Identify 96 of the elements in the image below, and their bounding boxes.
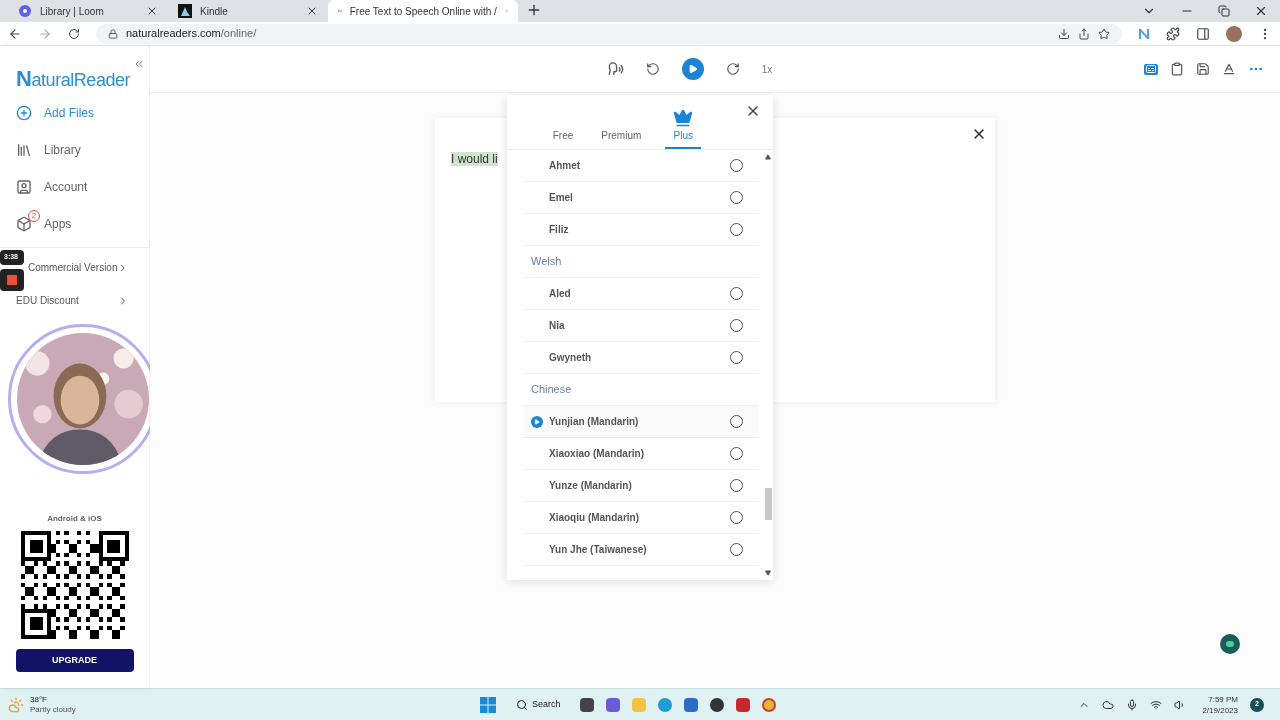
reload-icon[interactable] [68, 27, 80, 40]
close-tab-icon[interactable] [306, 5, 318, 17]
voice-name: Gwyneth [549, 351, 593, 365]
sidebar-link[interactable]: Commercial Version [28, 260, 129, 275]
back-icon[interactable] [8, 26, 22, 41]
count-badge: 2 [28, 209, 40, 222]
url-text: naturalreaders.com/online/ [126, 26, 257, 42]
voice-row[interactable]: Xiaoxiao (Mandarin) [523, 438, 759, 470]
voice-row[interactable]: Aled [523, 278, 759, 310]
start-icon[interactable] [479, 696, 496, 713]
upgrade-button[interactable]: UPGRADE [15, 649, 134, 672]
clock-date: 2/19/2023 [1202, 704, 1238, 716]
save-icon[interactable] [1196, 62, 1210, 76]
crown-icon [673, 108, 694, 128]
microphone-icon[interactable] [1126, 698, 1139, 711]
lock-icon [108, 28, 118, 39]
search-icon [515, 698, 528, 711]
voice-row[interactable]: Gwyneth [523, 342, 759, 374]
extension-icon[interactable] [1138, 27, 1150, 40]
sidebar-item[interactable]: Add Files [0, 101, 149, 124]
scrollbar-thumb[interactable] [764, 488, 772, 520]
weather-text: Partly cloudy [30, 704, 76, 715]
speed-button[interactable]: 1x [761, 61, 773, 77]
install-icon[interactable] [1058, 27, 1070, 40]
forward-icon[interactable] [725, 62, 740, 76]
voice-name: Yunjian (Mandarin) [549, 415, 640, 429]
browser-tab[interactable]: Library | Loom [8, 0, 168, 22]
cloud-icon[interactable] [1102, 698, 1115, 711]
voice-row[interactable]: Yunjian (Mandarin) [523, 406, 759, 438]
sidebar-item[interactable]: Account [0, 175, 149, 198]
voice-row[interactable]: Filiz [523, 214, 759, 246]
voice-name: Emel [549, 191, 574, 205]
address-field[interactable]: naturalreaders.com/online/ [96, 23, 1122, 44]
captions-icon[interactable] [1144, 63, 1158, 75]
document-text: I would li [451, 152, 498, 166]
sidebar-link[interactable]: EDU Discount [16, 293, 129, 308]
collapse-icon[interactable] [133, 58, 145, 70]
app-label: Android & iOS [47, 513, 102, 525]
voice-name: Yun Jhe (Taiwanese) [549, 543, 648, 557]
apps-icon [16, 215, 32, 232]
new-tab-icon[interactable] [526, 2, 542, 18]
clock-time: 7:59 PM [1208, 693, 1238, 705]
extensions-icon[interactable] [1166, 26, 1180, 41]
chat-button[interactable] [1220, 634, 1240, 654]
voice-row[interactable]: Emel [523, 182, 759, 214]
sidebar-item[interactable]: 2 Apps [0, 212, 149, 235]
voice-tab[interactable]: Free [548, 128, 578, 149]
voice-row[interactable]: Nia [523, 310, 759, 342]
voice-name: Xiaoqiu (Mandarin) [549, 511, 640, 525]
tab-favicon-icon [18, 4, 32, 18]
taskbar-app-icon[interactable] [736, 697, 751, 712]
voice-row[interactable]: Ahmet [523, 150, 759, 182]
browser-tab[interactable]: Kindle [168, 0, 328, 22]
clipboard-icon[interactable] [1170, 62, 1184, 76]
logo[interactable]: NaturalReader [16, 62, 131, 95]
voice-name: Ahmet [549, 159, 582, 173]
scroll-down-icon[interactable] [765, 570, 771, 576]
temperature: 38°F [30, 694, 48, 705]
taskbar-search[interactable]: Search [507, 697, 569, 712]
restore-icon[interactable] [1218, 5, 1230, 17]
voice-name: Yunze (Mandarin) [549, 479, 633, 493]
stop-recording-button[interactable] [0, 268, 24, 291]
close-tab-icon[interactable] [146, 5, 158, 17]
library-icon [16, 141, 32, 158]
voice-tab[interactable]: Premium [597, 128, 646, 149]
bookmark-icon[interactable] [1098, 27, 1110, 40]
sidebar-item[interactable]: Library [0, 138, 149, 161]
voice-row[interactable]: Yun Jhe (Taiwanese) [523, 534, 759, 566]
text-style-icon[interactable] [1222, 62, 1236, 76]
voice-tab[interactable]: Plus [665, 108, 702, 149]
voice-name: Xiaoxiao (Mandarin) [549, 447, 645, 461]
voice-row[interactable]: Xiaoqiu (Mandarin) [523, 502, 759, 534]
play-button[interactable] [681, 58, 704, 80]
voice-row[interactable]: Yunze (Mandarin) [523, 470, 759, 502]
voice-name: Filiz [549, 223, 570, 237]
share-icon[interactable] [1078, 27, 1090, 40]
tab-title: Free Text to Speech Online with / [349, 4, 497, 19]
close-icon[interactable] [1254, 4, 1268, 18]
tab-title: Kindle [200, 4, 229, 19]
tab-title: Library | Loom [40, 4, 105, 19]
account-icon [16, 178, 32, 195]
play-icon [687, 64, 698, 74]
voice-name: Nia [549, 319, 566, 333]
wifi-icon[interactable] [1150, 698, 1163, 711]
language-heading: Welsh [523, 246, 759, 278]
rewind-icon[interactable] [645, 62, 660, 76]
tab-favicon-icon [178, 4, 192, 18]
scroll-up-icon[interactable] [765, 154, 771, 160]
voice-name: Aled [549, 287, 572, 301]
taskbar-app-icon[interactable] [710, 697, 725, 712]
voice-icon[interactable] [607, 61, 624, 77]
add-icon [16, 104, 32, 121]
browser-tab[interactable]: Free Text to Speech Online with / [328, 0, 518, 22]
profile-avatar[interactable] [1226, 25, 1242, 42]
side-panel-icon[interactable] [1196, 26, 1210, 41]
taskbar-app-icon[interactable] [580, 697, 595, 712]
